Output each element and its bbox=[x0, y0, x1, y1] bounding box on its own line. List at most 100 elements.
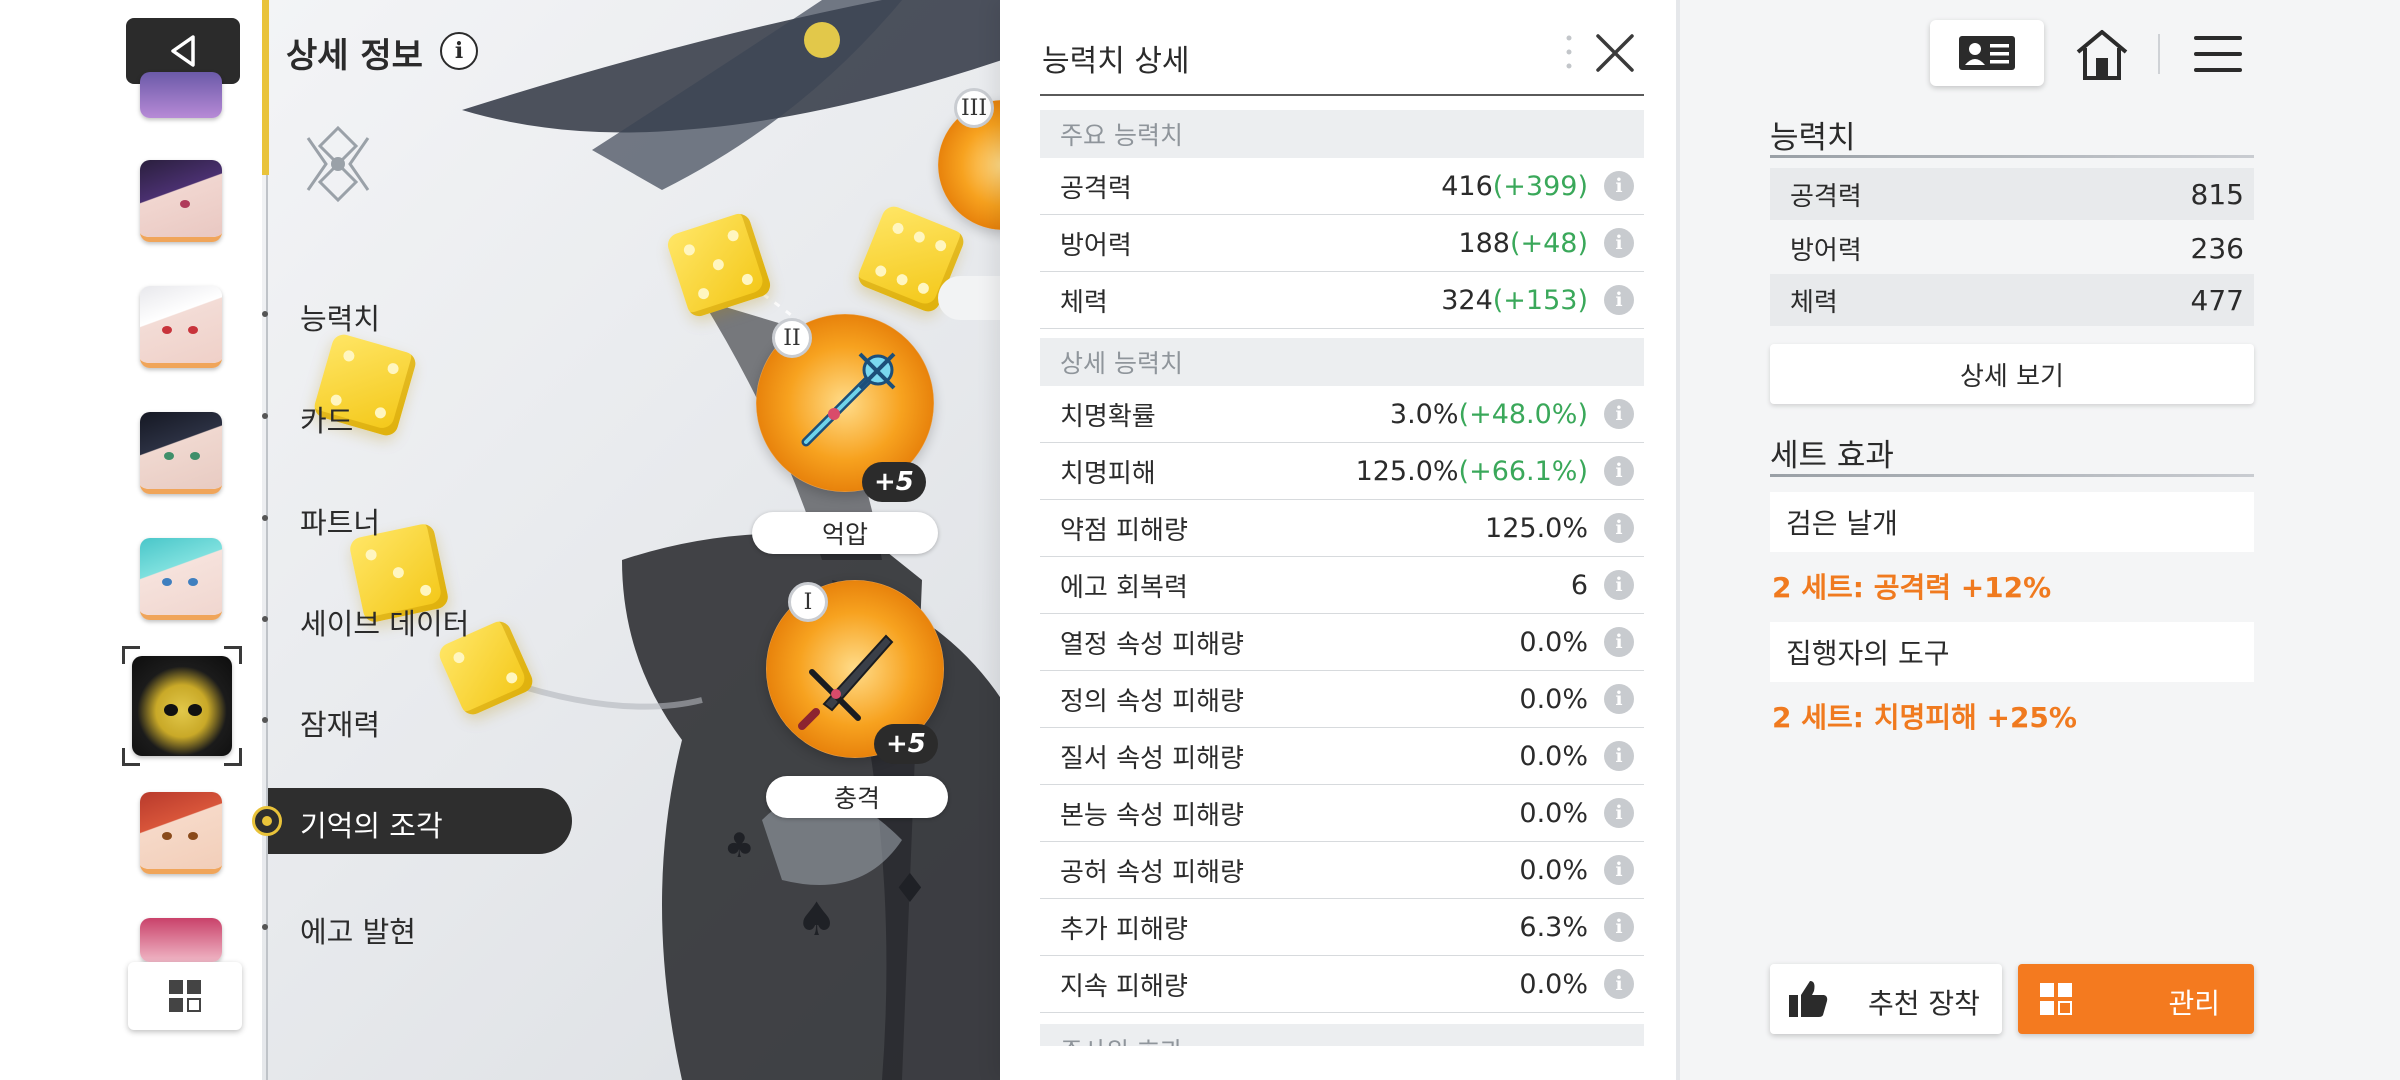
stat-row: 본능 속성 피해량 0.0% i bbox=[1040, 785, 1644, 842]
main-stats-section-header: 주요 능력치 bbox=[1040, 110, 1644, 158]
menu-dot bbox=[262, 413, 268, 419]
portrait-art bbox=[164, 452, 174, 460]
back-icon bbox=[171, 35, 195, 67]
menu-item-save-data[interactable]: 세이브 데이터 bbox=[300, 601, 469, 643]
close-icon[interactable] bbox=[1594, 32, 1636, 74]
menu-item-ego-manifest[interactable]: 에고 발현 bbox=[300, 909, 416, 951]
fragment-slot-3-name-tag bbox=[938, 276, 1002, 320]
fragment-slot-3-number: III bbox=[954, 88, 994, 128]
manage-button[interactable]: 관리 bbox=[2018, 964, 2254, 1034]
info-icon[interactable]: i bbox=[440, 32, 478, 70]
summary-stat-label: 방어력 bbox=[1790, 235, 1862, 266]
summary-stats-underline bbox=[1770, 155, 2254, 158]
character-portrait-2[interactable] bbox=[140, 286, 222, 368]
menu-item-card[interactable]: 카드 bbox=[300, 398, 353, 440]
summary-stat-row: 체력 477 bbox=[1770, 274, 2254, 326]
toolbar-separator bbox=[2158, 34, 2160, 74]
info-icon[interactable]: i bbox=[1604, 741, 1634, 771]
stat-label: 약점 피해량 bbox=[1060, 515, 1188, 546]
info-icon[interactable]: i bbox=[1604, 513, 1634, 543]
menu-item-potential[interactable]: 잠재력 bbox=[300, 702, 380, 744]
portrait-art bbox=[188, 578, 198, 586]
summary-stats-heading: 능력치 bbox=[1770, 120, 1856, 156]
stat-value: 324(+153) bbox=[1441, 285, 1588, 316]
character-portrait-6[interactable] bbox=[140, 792, 222, 874]
stat-row: 정의 속성 피해량 0.0% i bbox=[1040, 671, 1644, 728]
stat-bonus-value: (+48.0%) bbox=[1458, 398, 1588, 430]
info-icon[interactable]: i bbox=[1604, 969, 1634, 999]
fragment-slot-1-name[interactable]: 충격 bbox=[766, 776, 948, 818]
stat-base-value: 0.0% bbox=[1519, 968, 1588, 1000]
portrait-art bbox=[162, 326, 172, 334]
portrait-art bbox=[162, 832, 172, 840]
thumbs-up-icon bbox=[1789, 981, 1828, 1017]
stats-panel-title: 능력치 상세 bbox=[1042, 44, 1190, 79]
stat-value: 3.0%(+48.0%) bbox=[1390, 399, 1588, 430]
info-icon[interactable]: i bbox=[1604, 684, 1634, 714]
set-name-box[interactable]: 집행자의 도구 bbox=[1770, 622, 2254, 682]
menu-dot bbox=[262, 311, 268, 317]
portrait-art bbox=[140, 160, 222, 237]
recommend-equip-button[interactable]: 추천 장착 bbox=[1770, 964, 2002, 1034]
stat-row: 추가 피해량 6.3% i bbox=[1040, 899, 1644, 956]
info-icon[interactable]: i bbox=[1604, 627, 1634, 657]
stat-value: 416(+399) bbox=[1441, 171, 1588, 202]
character-portrait-selected[interactable] bbox=[132, 656, 232, 756]
stat-bonus-value: (+153) bbox=[1492, 284, 1588, 316]
manage-label: 관리 bbox=[2168, 987, 2220, 1020]
stat-row: 체력 324(+153) i bbox=[1040, 272, 1644, 329]
set-name-box[interactable]: 검은 날개 bbox=[1770, 492, 2254, 552]
info-icon[interactable]: i bbox=[1604, 855, 1634, 885]
character-portrait-7[interactable] bbox=[140, 918, 222, 962]
stat-base-value: 0.0% bbox=[1519, 854, 1588, 886]
stat-label: 본능 속성 피해량 bbox=[1060, 800, 1244, 831]
portrait-art bbox=[140, 538, 222, 615]
stat-base-value: 416 bbox=[1441, 170, 1493, 202]
stat-row: 치명피해 125.0%(+66.1%) i bbox=[1040, 443, 1644, 500]
stat-base-value: 6 bbox=[1570, 569, 1588, 601]
stat-label: 치명피해 bbox=[1060, 458, 1156, 489]
stat-value: 125.0% bbox=[1485, 513, 1588, 544]
stat-base-value: 125.0% bbox=[1485, 512, 1588, 544]
hamburger-menu-icon[interactable] bbox=[2194, 30, 2242, 78]
summary-stat-value: 477 bbox=[2190, 283, 2244, 317]
menu-item-stats[interactable]: 능력치 bbox=[300, 296, 380, 338]
profile-card-button[interactable] bbox=[1930, 20, 2044, 86]
character-portrait-1[interactable] bbox=[140, 160, 222, 242]
info-icon[interactable]: i bbox=[1604, 228, 1634, 258]
character-portrait-3[interactable] bbox=[140, 412, 222, 494]
view-details-button[interactable]: 상세 보기 bbox=[1770, 344, 2254, 404]
info-icon[interactable]: i bbox=[1604, 399, 1634, 429]
profile-card-icon bbox=[1959, 36, 2015, 70]
recommend-equip-label: 추천 장착 bbox=[1868, 987, 1980, 1020]
stat-bonus-value: (+399) bbox=[1492, 170, 1588, 202]
character-portrait-4[interactable] bbox=[140, 538, 222, 620]
portrait-art bbox=[188, 326, 198, 334]
character-portrait-0[interactable] bbox=[140, 72, 222, 118]
stat-value: 0.0% bbox=[1519, 855, 1588, 886]
info-icon[interactable]: i bbox=[1604, 456, 1634, 486]
grid-view-button[interactable] bbox=[128, 962, 242, 1030]
page-title: 상세 정보 bbox=[286, 36, 423, 76]
info-icon[interactable]: i bbox=[1604, 285, 1634, 315]
info-icon[interactable]: i bbox=[1604, 912, 1634, 942]
fragment-slot-2-name[interactable]: 억압 bbox=[752, 512, 938, 554]
info-icon[interactable]: i bbox=[1604, 570, 1634, 600]
stat-label: 에고 회복력 bbox=[1060, 572, 1188, 603]
stat-bonus-value: (+48) bbox=[1509, 227, 1588, 259]
home-icon[interactable] bbox=[2072, 26, 2132, 82]
stat-row: 열정 속성 피해량 0.0% i bbox=[1040, 614, 1644, 671]
dice-effect-section-header: 주사위 효과 bbox=[1040, 1024, 1644, 1046]
stat-value: 6.3% bbox=[1519, 912, 1588, 943]
fragment-slot-2-level: +5 bbox=[862, 462, 926, 502]
stat-row: 공격력 416(+399) i bbox=[1040, 158, 1644, 215]
menu-item-partner[interactable]: 파트너 bbox=[300, 500, 380, 542]
stat-value: 6 bbox=[1571, 570, 1588, 601]
summary-stat-label: 공격력 bbox=[1790, 181, 1862, 212]
stat-label: 체력 bbox=[1060, 287, 1108, 318]
stat-value: 0.0% bbox=[1519, 969, 1588, 1000]
info-icon[interactable]: i bbox=[1604, 798, 1634, 828]
info-icon[interactable]: i bbox=[1604, 171, 1634, 201]
stat-base-value: 6.3% bbox=[1519, 911, 1588, 943]
stat-label: 치명확률 bbox=[1060, 401, 1156, 432]
